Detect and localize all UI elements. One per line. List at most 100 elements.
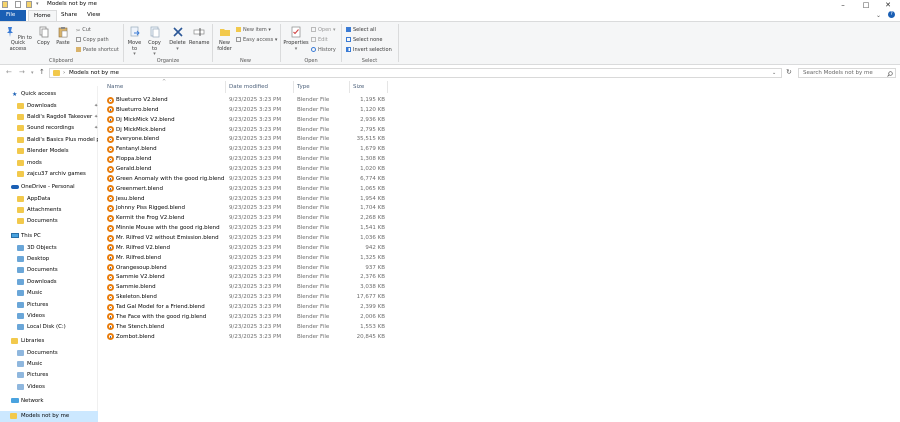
file-row[interactable]: Sammie V2.blend 9/23/2025 3:23 PM Blender … bbox=[107, 273, 397, 283]
file-row[interactable]: The Stench.blend 9/23/2025 3:23 PM Blender… bbox=[107, 322, 397, 332]
file-name[interactable]: Skeleton.blend bbox=[116, 294, 157, 300]
search-input[interactable]: Search Models not by me bbox=[803, 70, 873, 76]
column-divider[interactable] bbox=[387, 81, 388, 93]
tab-file[interactable]: File bbox=[0, 10, 26, 21]
pin-icon[interactable]: ✦ bbox=[94, 112, 98, 123]
column-divider[interactable] bbox=[225, 81, 226, 93]
new-item-button[interactable]: New item ▾ bbox=[236, 27, 271, 33]
copy-to-button[interactable]: Copy to ▾ bbox=[146, 26, 163, 58]
sidebar-item[interactable]: zajcu37 archiv games bbox=[4, 169, 98, 180]
new-folder-icon[interactable] bbox=[26, 1, 32, 8]
new-folder-button[interactable]: New folder bbox=[215, 26, 234, 52]
sidebar-item[interactable]: Documents bbox=[4, 348, 98, 359]
file-row[interactable]: Everyone.blend 9/23/2025 3:23 PM Blender F… bbox=[107, 135, 397, 145]
sidebar-item[interactable]: Blender Models bbox=[4, 146, 98, 157]
easy-access-button[interactable]: Easy access ▾ bbox=[236, 37, 277, 43]
file-name[interactable]: Zombot.blend bbox=[116, 334, 155, 340]
file-name[interactable]: Gerald.blend bbox=[116, 166, 151, 172]
sidebar-item[interactable]: Sound recordings ✦ bbox=[4, 123, 98, 134]
recent-locations-icon[interactable]: ▾ bbox=[31, 70, 34, 76]
refresh-icon[interactable]: ↻ bbox=[786, 68, 792, 76]
file-name[interactable]: The Face with the good rig.blend bbox=[116, 314, 206, 320]
tab-view[interactable]: View bbox=[82, 10, 105, 21]
pin-to-quick-access-button[interactable]: Pin to Quick access bbox=[2, 26, 34, 52]
file-name[interactable]: Mr. Rilfred.blend bbox=[116, 255, 161, 261]
file-row[interactable]: Mr. Rilfred.blend 9/23/2025 3:23 PM Blende… bbox=[107, 253, 397, 263]
column-header-name[interactable]: Name bbox=[107, 84, 123, 90]
sidebar-item[interactable]: Music bbox=[4, 288, 98, 299]
file-row[interactable]: The Face with the good rig.blend 9/23/202… bbox=[107, 312, 397, 322]
quick-access-dropdown-icon[interactable]: ▾ bbox=[36, 1, 39, 7]
file-row[interactable]: Minnie Mouse with the good rig.blend 9/23… bbox=[107, 224, 397, 234]
nav-onedrive[interactable]: OneDrive - Personal bbox=[4, 182, 98, 193]
file-name[interactable]: Dj MickMick.blend bbox=[116, 127, 166, 133]
file-name[interactable]: Greenmert.blend bbox=[116, 186, 163, 192]
sidebar-item[interactable]: Downloads ✦ bbox=[4, 101, 98, 112]
column-divider[interactable] bbox=[293, 81, 294, 93]
file-name[interactable]: Sammie V2.blend bbox=[116, 274, 165, 280]
address-dropdown-icon[interactable]: ⌄ bbox=[772, 70, 776, 76]
file-row[interactable]: Mr. Rilfred V2 without Emission.blend 9/2… bbox=[107, 234, 397, 244]
sidebar-item[interactable]: Videos bbox=[4, 311, 98, 322]
file-name[interactable]: Everyone.blend bbox=[116, 136, 159, 142]
sidebar-item[interactable]: Documents bbox=[4, 216, 98, 227]
edit-button[interactable]: Edit bbox=[311, 37, 328, 43]
nav-quick-access[interactable]: ★ Quick access bbox=[4, 89, 98, 100]
file-name[interactable]: Mr. Rilfred V2.blend bbox=[116, 245, 170, 251]
file-row[interactable]: Fentanyl.blend 9/23/2025 3:23 PM Blender F… bbox=[107, 145, 397, 155]
sidebar-item[interactable]: Local Disk (C:) bbox=[4, 322, 98, 333]
file-row[interactable]: Orangesoup.blend 9/23/2025 3:23 PM Blender… bbox=[107, 263, 397, 273]
nav-libraries[interactable]: Libraries bbox=[4, 336, 98, 347]
sidebar-item[interactable]: Baldi's Basics Plus model pack bbox=[4, 135, 98, 146]
file-row[interactable]: Dj MickMick V2.blend 9/23/2025 3:23 PM Ble… bbox=[107, 115, 397, 125]
sidebar-item[interactable]: Documents bbox=[4, 265, 98, 276]
file-row[interactable]: Blueturro.blend 9/23/2025 3:23 PM Blender … bbox=[107, 105, 397, 115]
cut-button[interactable]: ✂ Cut bbox=[76, 27, 91, 34]
sidebar-item[interactable]: Pictures bbox=[4, 300, 98, 311]
move-to-button[interactable]: Move to ▾ bbox=[126, 26, 143, 58]
file-name[interactable]: Minnie Mouse with the good rig.blend bbox=[116, 225, 220, 231]
select-all-button[interactable]: Select all bbox=[346, 27, 376, 33]
sidebar-item[interactable]: Baldi's Ragdoll Takeover ✦ bbox=[4, 112, 98, 123]
tab-home[interactable]: Home bbox=[28, 10, 57, 21]
file-name[interactable]: Kermit the Frog V2.blend bbox=[116, 215, 184, 221]
sidebar-item[interactable]: Videos bbox=[4, 382, 98, 393]
column-header-type[interactable]: Type bbox=[297, 84, 310, 90]
file-row[interactable]: Sammie.blend 9/23/2025 3:23 PM Blender Fil… bbox=[107, 283, 397, 293]
sidebar-item[interactable]: AppData bbox=[4, 194, 98, 205]
minimize-button[interactable]: – bbox=[833, 0, 853, 10]
file-row[interactable]: Skeleton.blend 9/23/2025 3:23 PM Blender F… bbox=[107, 293, 397, 303]
file-row[interactable]: Green Anomaly with the good rig.blend 9/2… bbox=[107, 174, 397, 184]
sidebar-item[interactable]: Pictures bbox=[4, 370, 98, 381]
copy-path-button[interactable]: Copy path bbox=[76, 37, 109, 43]
properties-icon[interactable] bbox=[15, 1, 21, 8]
close-button[interactable]: ✕ bbox=[878, 0, 898, 10]
file-name[interactable]: Fentanyl.blend bbox=[116, 146, 157, 152]
file-row[interactable]: Johnny Piss Rigged.blend 9/23/2025 3:23 P… bbox=[107, 204, 397, 214]
paste-shortcut-button[interactable]: Paste shortcut bbox=[76, 47, 119, 53]
file-name[interactable]: Floppa.blend bbox=[116, 156, 152, 162]
file-name[interactable]: Blueturro.blend bbox=[116, 107, 159, 113]
sidebar-item[interactable]: Music bbox=[4, 359, 98, 370]
search-box[interactable]: Search Models not by me bbox=[798, 68, 896, 78]
help-icon[interactable]: ? bbox=[888, 11, 895, 18]
file-row[interactable]: Kermit the Frog V2.blend 9/23/2025 3:23 P… bbox=[107, 214, 397, 224]
file-row[interactable]: Gerald.blend 9/23/2025 3:23 PM Blender Fil… bbox=[107, 165, 397, 175]
file-name[interactable]: Mr. Rilfred V2 without Emission.blend bbox=[116, 235, 219, 241]
file-row[interactable]: Blueturro V2.blend 9/23/2025 3:23 PM Blend… bbox=[107, 96, 397, 106]
paste-button[interactable]: Paste bbox=[54, 26, 72, 47]
file-name[interactable]: The Stench.blend bbox=[116, 324, 164, 330]
file-name[interactable]: Tad Gal Model for a Friend.blend bbox=[116, 304, 205, 310]
invert-selection-button[interactable]: Invert selection bbox=[346, 47, 392, 53]
up-arrow-icon[interactable]: ↑ bbox=[39, 68, 45, 76]
file-row[interactable]: Jesu.blend 9/23/2025 3:23 PM Blender File 1… bbox=[107, 194, 397, 204]
collapse-ribbon-icon[interactable]: ⌄ bbox=[876, 12, 881, 19]
breadcrumb-path[interactable]: Models not by me bbox=[69, 70, 119, 76]
file-row[interactable]: Greenmert.blend 9/23/2025 3:23 PM Blender … bbox=[107, 184, 397, 194]
sidebar-item[interactable]: Attachments bbox=[4, 205, 98, 216]
file-name[interactable]: Blueturro V2.blend bbox=[116, 97, 168, 103]
file-row[interactable]: Zombot.blend 9/23/2025 3:23 PM Blender Fil… bbox=[107, 332, 397, 342]
delete-button[interactable]: Delete ▾ bbox=[168, 26, 187, 52]
column-header-date[interactable]: Date modified bbox=[229, 84, 268, 90]
file-row[interactable]: Floppa.blend 9/23/2025 3:23 PM Blender Fil… bbox=[107, 155, 397, 165]
